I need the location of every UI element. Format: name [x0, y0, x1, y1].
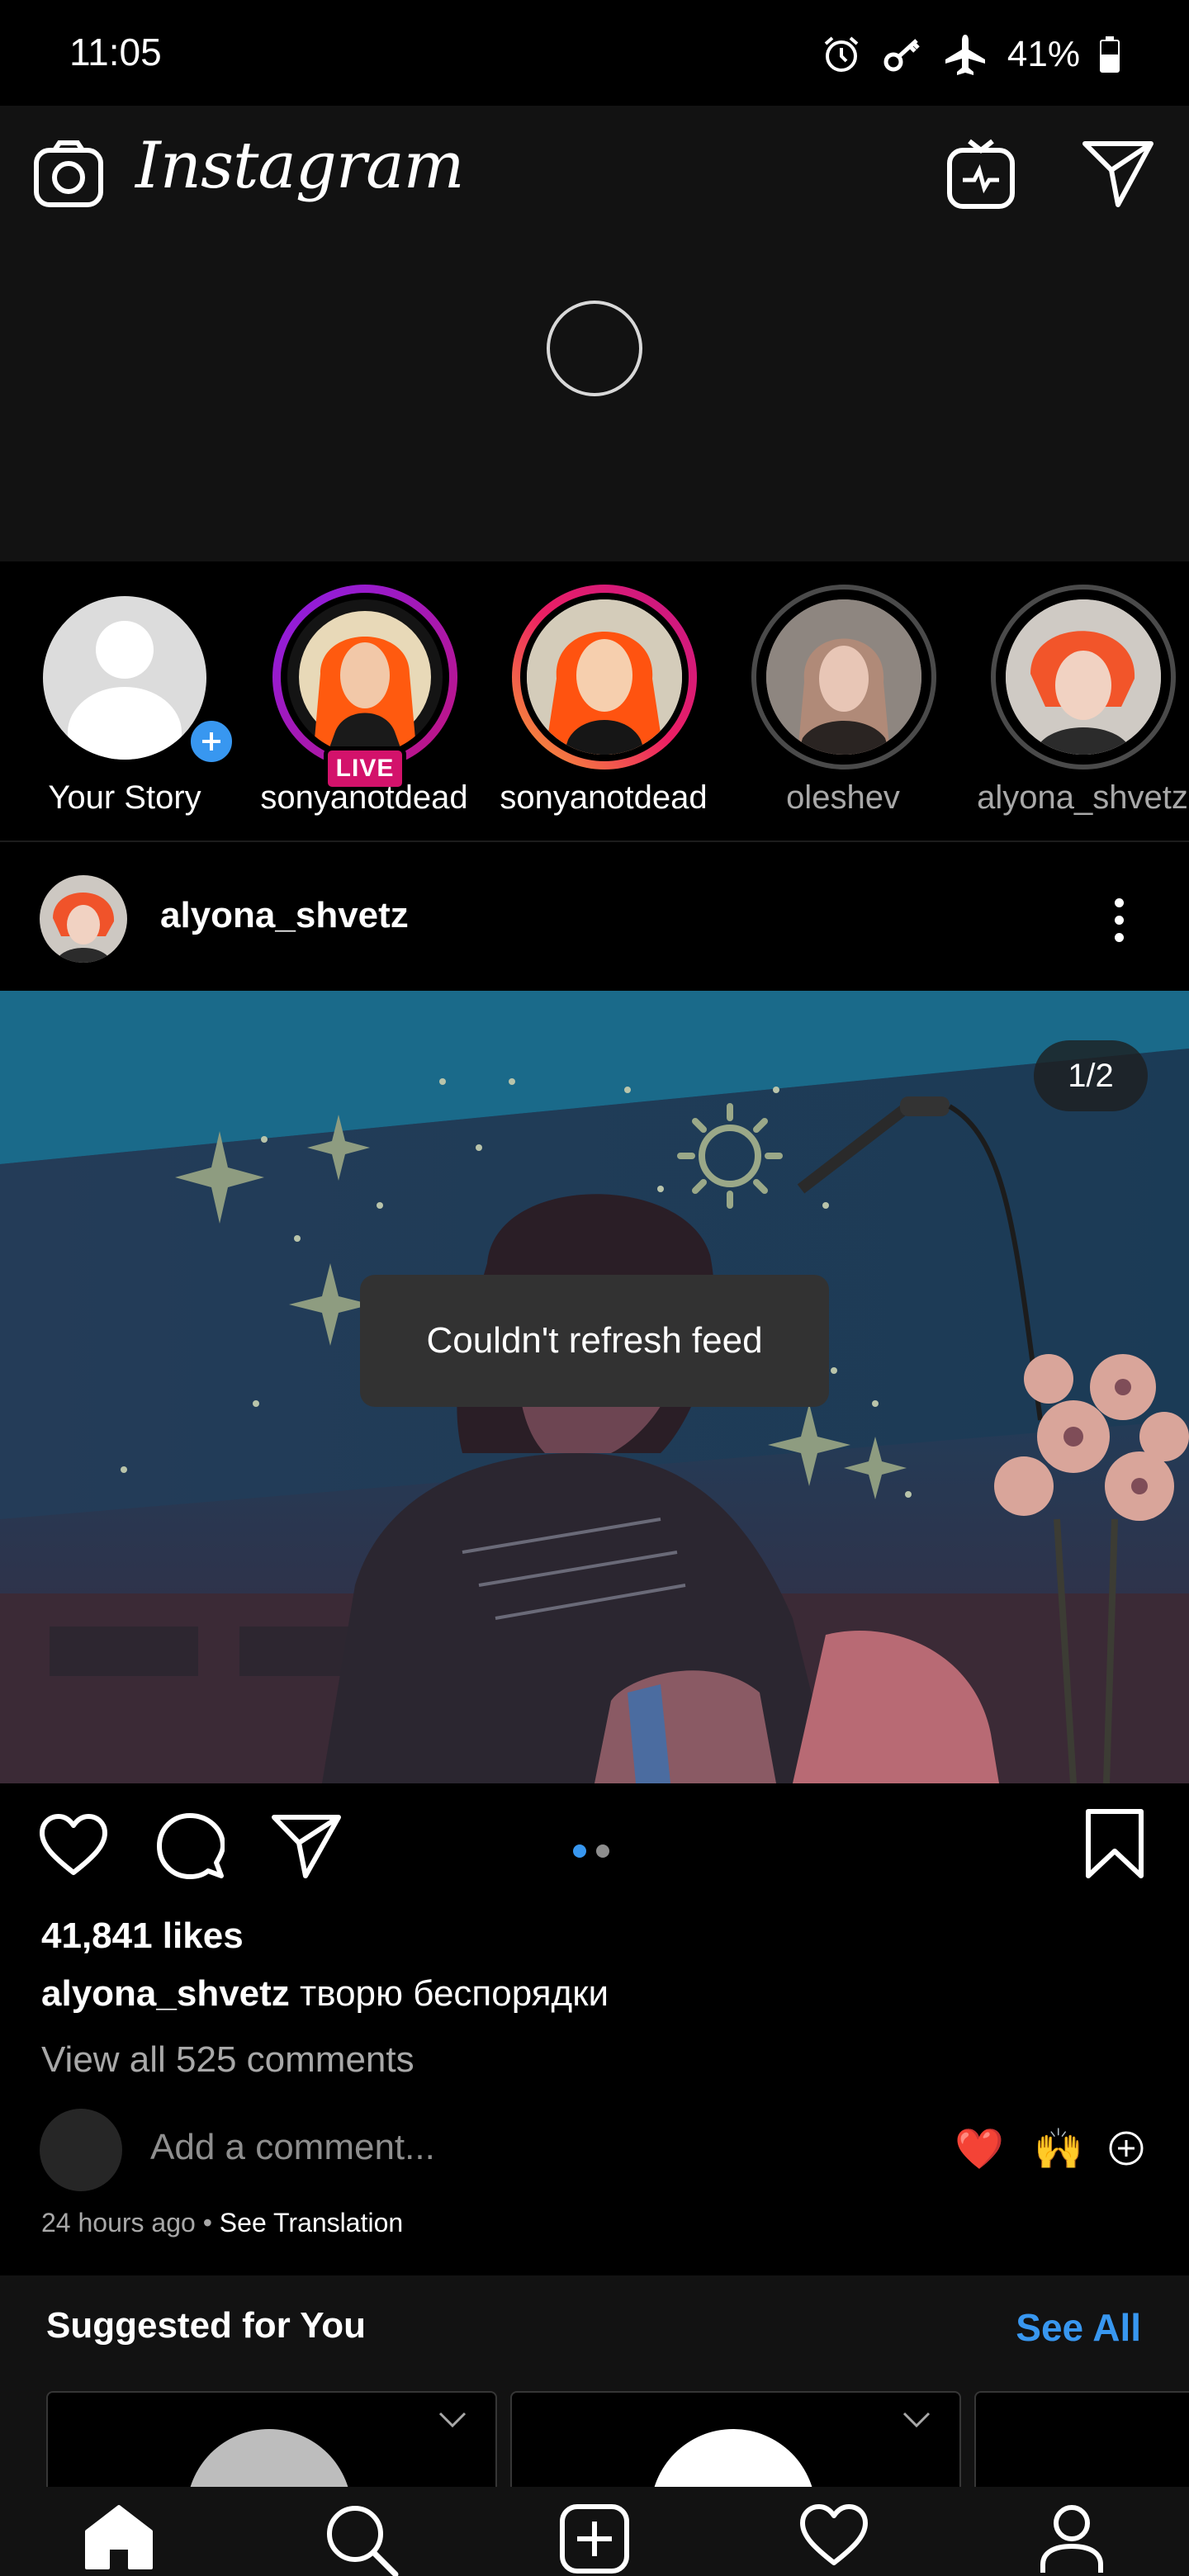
home-icon[interactable]	[78, 2503, 160, 2576]
comment-input[interactable]: Add a comment...	[150, 2127, 435, 2168]
carousel-dot-active	[573, 1844, 586, 1858]
status-icons: 41%	[821, 30, 1120, 79]
stories-tray[interactable]: Your Story LIVE sonyanotdead sonyanotdea…	[0, 561, 1189, 842]
status-bar: 11:05 41%	[0, 0, 1189, 106]
see-all-link[interactable]: See All	[1016, 2305, 1141, 2350]
suggested-card[interactable]	[510, 2391, 961, 2487]
post-caption: alyona_shvetz творю беспорядки	[41, 1973, 609, 2015]
bookmark-icon[interactable]	[1085, 1808, 1144, 1883]
battery-icon	[1100, 36, 1120, 73]
camera-icon[interactable]	[33, 140, 104, 212]
view-all-comments-link[interactable]: View all 525 comments	[41, 2039, 414, 2081]
story-sonyanotdead-live[interactable]: LIVE sonyanotdead	[260, 585, 468, 832]
story-label: sonyanotdead	[500, 779, 708, 816]
dismiss-chevron-icon[interactable]	[902, 2411, 931, 2433]
quick-reaction-hands[interactable]: 🙌	[1034, 2127, 1083, 2173]
avatar	[40, 2109, 122, 2191]
post-image[interactable]: 1/2 Couldn't refresh feed	[0, 991, 1189, 1783]
story-sonyanotdead[interactable]: sonyanotdead	[500, 585, 708, 832]
avatar	[1006, 599, 1161, 755]
comment-icon[interactable]	[157, 1813, 225, 1885]
post-author-avatar[interactable]	[40, 875, 127, 963]
separator: •	[202, 2208, 212, 2237]
share-icon[interactable]	[271, 1813, 342, 1883]
suggested-card[interactable]	[974, 2391, 1189, 2487]
story-oleshev[interactable]: oleshev	[740, 585, 946, 832]
avatar	[287, 599, 443, 755]
igtv-icon[interactable]	[946, 139, 1016, 214]
avatar	[766, 599, 921, 755]
story-your-story[interactable]: Your Story	[21, 585, 236, 832]
airplane-icon	[943, 32, 988, 77]
story-ring	[751, 585, 936, 769]
post-author-username[interactable]: alyona_shvetz	[160, 895, 409, 936]
suggested-card[interactable]	[46, 2391, 497, 2487]
refresh-area	[0, 244, 1189, 561]
suggested-section: Suggested for You See All	[0, 2275, 1189, 2487]
add-comment-row[interactable]: Add a comment... ❤️ 🙌	[0, 2109, 1189, 2191]
story-alyona-shvetz[interactable]: alyona_shvetz	[977, 585, 1188, 832]
avatar	[651, 2429, 816, 2487]
instagram-logo[interactable]: Instagram	[135, 129, 465, 203]
likes-count[interactable]: 41,841 likes	[41, 1915, 244, 1957]
dismiss-chevron-icon[interactable]	[438, 2411, 467, 2433]
story-label: Your Story	[48, 779, 201, 816]
story-ring	[272, 585, 457, 769]
battery-percentage: 41%	[1007, 34, 1080, 74]
status-time: 11:05	[69, 31, 162, 73]
suggested-title: Suggested for You	[46, 2305, 367, 2346]
add-reaction-icon[interactable]	[1108, 2130, 1144, 2177]
avatar	[43, 596, 206, 760]
post-timestamp: 24 hours ago • See Translation	[41, 2208, 403, 2238]
add-story-icon[interactable]	[187, 717, 236, 766]
carousel-dot	[596, 1844, 609, 1858]
new-post-icon[interactable]	[553, 2503, 636, 2576]
post-header: alyona_shvetz	[0, 844, 1189, 991]
toast-message: Couldn't refresh feed	[360, 1275, 829, 1407]
refresh-spinner	[547, 301, 642, 396]
story-ring	[991, 585, 1176, 769]
activity-icon[interactable]	[793, 2503, 875, 2576]
story-label: sonyanotdead	[260, 779, 468, 816]
carousel-indicator	[573, 1844, 609, 1858]
vpn-key-icon	[882, 34, 923, 75]
time-ago: 24 hours ago	[41, 2208, 196, 2237]
caption-text: творю беспорядки	[300, 1973, 609, 2014]
carousel-counter: 1/2	[1034, 1040, 1148, 1111]
alarm-icon	[821, 34, 862, 75]
app-header: Instagram	[0, 106, 1189, 244]
avatar	[527, 599, 682, 755]
direct-message-icon[interactable]	[1082, 139, 1154, 212]
story-label: alyona_shvetz	[977, 779, 1188, 816]
search-icon[interactable]	[320, 2503, 403, 2576]
caption-username[interactable]: alyona_shvetz	[41, 1973, 290, 2014]
story-ring	[512, 585, 697, 769]
profile-icon[interactable]	[1030, 2503, 1113, 2576]
see-translation-link[interactable]: See Translation	[220, 2208, 403, 2237]
bottom-navigation	[0, 2487, 1189, 2576]
avatar	[187, 2429, 352, 2487]
more-options-icon[interactable]	[1098, 887, 1139, 953]
post-actions	[0, 1783, 1189, 1907]
story-label: oleshev	[786, 779, 900, 816]
like-icon[interactable]	[38, 1813, 109, 1882]
quick-reaction-heart[interactable]: ❤️	[955, 2127, 1004, 2173]
